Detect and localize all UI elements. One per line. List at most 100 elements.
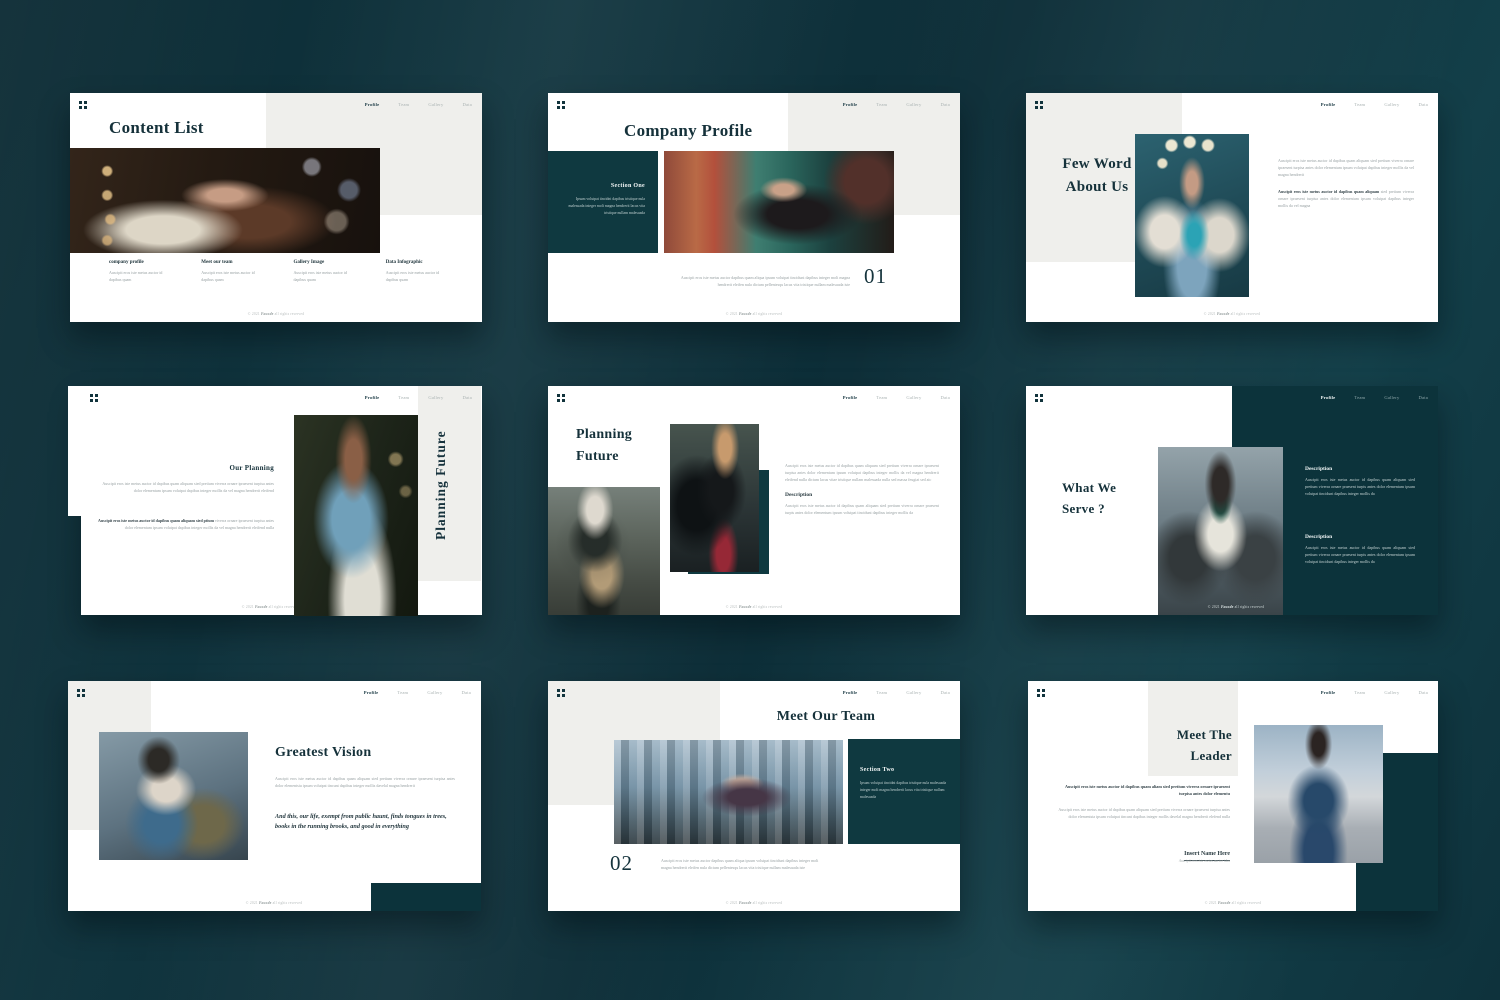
nav-item-gallery[interactable]: Gallery	[1384, 102, 1399, 107]
nav-item-gallery[interactable]: Gallery	[906, 690, 921, 695]
nav-item-gallery[interactable]: Gallery	[906, 395, 921, 400]
nav-item-profile[interactable]: Profile	[364, 690, 379, 695]
nav-item-gallery[interactable]: Gallery	[1384, 395, 1399, 400]
nav-item-data[interactable]: Data	[941, 690, 950, 695]
grid-logo-icon	[557, 101, 565, 109]
column-heading: Meet our team	[201, 260, 285, 265]
paragraph-2: Auscipit eros iste metus auctor id dapib…	[98, 517, 274, 531]
content-columns: company profile Auscipit eros iste metus…	[109, 260, 470, 283]
offset-white-block	[68, 386, 82, 516]
nav-item-team[interactable]: Team	[876, 690, 887, 695]
slide-footer: © 2021 Fauxde all rights reserved	[548, 605, 960, 609]
section-text: Ipsum volutpat tincidnt dapibus tristiqu…	[860, 780, 948, 800]
nav-item-data[interactable]: Data	[1419, 395, 1428, 400]
nav-item-profile[interactable]: Profile	[365, 102, 380, 107]
column-text: Auscipit eros iste metus auctor id dapib…	[109, 269, 167, 283]
nav-item-team[interactable]: Team	[876, 102, 887, 107]
photo-woman-on-couch	[664, 151, 894, 253]
content-column: Meet our team Auscipit eros iste metus a…	[201, 260, 285, 283]
nav-item-data[interactable]: Data	[941, 395, 950, 400]
nav-item-profile[interactable]: Profile	[365, 395, 380, 400]
slide-content-list[interactable]: Profile Team Gallery Data Content List c…	[70, 93, 482, 322]
content-column: Data Infographic Auscipit eros iste metu…	[386, 260, 470, 283]
slide-title: What We Serve ?	[1062, 478, 1116, 520]
nav-item-gallery[interactable]: Gallery	[427, 690, 442, 695]
nav-item-gallery[interactable]: Gallery	[1384, 690, 1399, 695]
slide-title: Company Profile	[624, 121, 752, 141]
description-label: Description	[1305, 534, 1415, 540]
nav-item-team[interactable]: Team	[398, 102, 409, 107]
slide-what-we-serve[interactable]: Profile Team Gallery Data What We Serve …	[1026, 386, 1438, 615]
nav-item-gallery[interactable]: Gallery	[428, 102, 443, 107]
nav-item-gallery[interactable]: Gallery	[906, 102, 921, 107]
nav-item-data[interactable]: Data	[462, 690, 471, 695]
nav-item-profile[interactable]: Profile	[843, 395, 858, 400]
slide-meet-the-leader[interactable]: Profile Team Gallery Data Meet The Leade…	[1028, 681, 1438, 911]
description-label: Description	[1305, 466, 1415, 472]
slide-few-word-about-us[interactable]: Profile Team Gallery Data Few Word About…	[1026, 93, 1438, 322]
nav-item-gallery[interactable]: Gallery	[428, 395, 443, 400]
section-heading: Our Planning	[98, 464, 274, 472]
nav-item-profile[interactable]: Profile	[843, 690, 858, 695]
grid-logo-icon	[1035, 394, 1043, 402]
description-label: Description	[785, 492, 939, 498]
nav-item-data[interactable]: Data	[463, 395, 472, 400]
slide-nav: Profile Team Gallery Data	[843, 102, 950, 107]
slide-nav: Profile Team Gallery Data	[843, 690, 950, 695]
nav-item-team[interactable]: Team	[1354, 395, 1365, 400]
slide-planning-future[interactable]: Profile Team Gallery Data Planning Futur…	[548, 386, 960, 615]
photo-woman-denim-shirt	[294, 415, 418, 616]
nav-item-profile[interactable]: Profile	[1321, 395, 1336, 400]
slide-footer: © 2021 Fauxde all rights reserved	[548, 312, 960, 316]
photo-woman-with-dog	[70, 148, 380, 253]
slide-nav: Profile Team Gallery Data	[365, 395, 472, 400]
column-heading: company profile	[109, 260, 193, 265]
nav-item-team[interactable]: Team	[876, 395, 887, 400]
column-text: Auscipit eros iste metus auctor id dapib…	[294, 269, 352, 283]
nav-item-data[interactable]: Data	[941, 102, 950, 107]
slide-meet-our-team[interactable]: Profile Team Gallery Data Meet Our Team …	[548, 681, 960, 911]
column-text: Auscipit eros iste metus auctor id dapib…	[201, 269, 259, 283]
name-placeholder: Insert Name Here	[1056, 842, 1230, 861]
nav-item-team[interactable]: Team	[398, 395, 409, 400]
section-one-box: Section One Ipsum volutpat tincidnt dapi…	[548, 151, 658, 253]
photo-woman-with-books	[1135, 134, 1249, 297]
nav-item-team[interactable]: Team	[397, 690, 408, 695]
slide-title: Content List	[109, 118, 204, 138]
nav-item-profile[interactable]: Profile	[1321, 690, 1336, 695]
content-column: company profile Auscipit eros iste metus…	[109, 260, 193, 283]
nav-item-team[interactable]: Team	[1354, 102, 1365, 107]
slide-greatest-vision[interactable]: Profile Team Gallery Data Greatest Visio…	[68, 681, 481, 911]
column-heading: Data Infographic	[386, 260, 470, 265]
photo-woman-sitting-bag	[99, 732, 248, 860]
section-two-box: Section Two Ipsum volutpat tincidnt dapi…	[848, 739, 960, 844]
description-block-1: Description Auscipit eros iste metus auc…	[1305, 466, 1415, 497]
nav-item-data[interactable]: Data	[463, 102, 472, 107]
nav-item-data[interactable]: Data	[1419, 690, 1428, 695]
slide-number: 02	[610, 851, 633, 876]
photo-woman-city-steps	[614, 740, 843, 844]
grid-logo-icon	[77, 689, 85, 697]
slides-gallery-canvas: Profile Team Gallery Data Content List c…	[0, 0, 1500, 1000]
slide-our-planning[interactable]: Planning Future Profile Team Gallery Dat…	[70, 386, 482, 615]
nav-item-profile[interactable]: Profile	[843, 102, 858, 107]
slide-nav: Profile Team Gallery Data	[1321, 690, 1428, 695]
content-column: Gallery Image Auscipit eros iste metus a…	[294, 260, 378, 283]
photo-woman-blue-dress	[1254, 725, 1383, 863]
section-label: Section One	[560, 183, 645, 189]
slide-number: 01	[864, 264, 887, 289]
nav-item-data[interactable]: Data	[1419, 102, 1428, 107]
slide-footer: © 2021 Fauxde all rights reserved	[70, 312, 482, 316]
description-text: Auscipit eros iste metus auctor id dapib…	[1305, 544, 1415, 565]
slide-company-profile[interactable]: Profile Team Gallery Data Company Profil…	[548, 93, 960, 322]
nav-item-profile[interactable]: Profile	[1321, 102, 1336, 107]
gray-side-strip	[418, 386, 481, 581]
grid-logo-icon	[90, 394, 98, 402]
paragraph: Auscipit eros iste metus auctor dapibus …	[661, 857, 829, 871]
slide-title: Planning Future	[576, 424, 632, 467]
nav-item-team[interactable]: Team	[1354, 690, 1365, 695]
teal-corner-block	[371, 883, 481, 911]
grid-logo-icon	[79, 101, 87, 109]
column-heading: Gallery Image	[294, 260, 378, 265]
paragraph-1: Auscipit eros iste metus auctor id dapib…	[1278, 157, 1414, 178]
